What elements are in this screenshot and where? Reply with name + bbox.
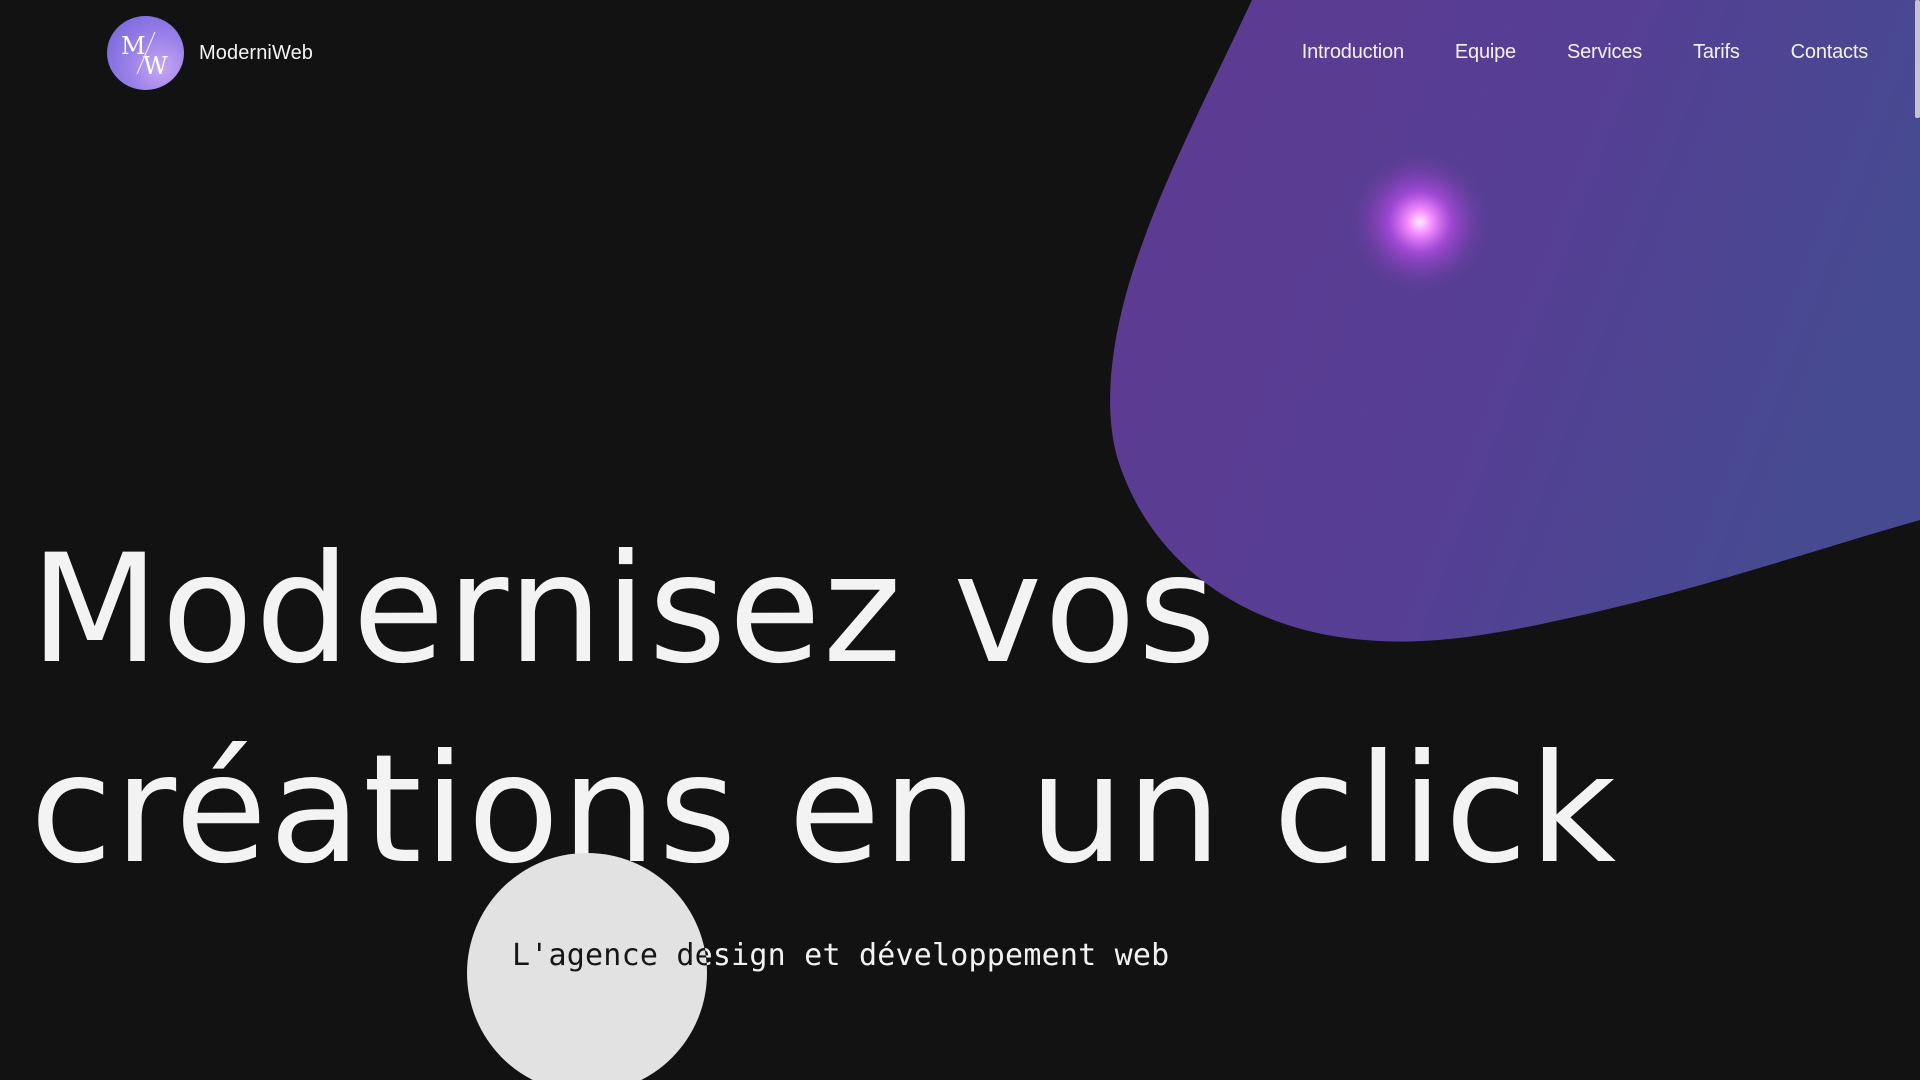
brand-logo-link[interactable]: M W ModerniWeb xyxy=(107,16,313,90)
brand-logo-icon: M W xyxy=(107,16,184,90)
nav-link-services[interactable]: Services xyxy=(1567,41,1642,64)
hero-title-line-1: Modernisez vos xyxy=(30,523,1219,697)
main-nav: Introduction Equipe Services Tarifs Cont… xyxy=(1302,41,1868,64)
nav-link-introduction[interactable]: Introduction xyxy=(1302,41,1404,64)
landing-page: M W ModerniWeb Introduction Equipe Servi… xyxy=(0,0,1920,1080)
hero-title-line-2: créations en un click xyxy=(30,723,1619,897)
svg-text:M: M xyxy=(121,32,146,60)
brand-name: ModerniWeb xyxy=(199,41,314,64)
nav-link-equipe[interactable]: Equipe xyxy=(1455,41,1516,64)
svg-text:W: W xyxy=(143,52,168,80)
hero-title: Modernisez vos créations en un click xyxy=(30,510,1830,910)
nav-link-tarifs[interactable]: Tarifs xyxy=(1693,41,1740,64)
site-header: M W ModerniWeb Introduction Equipe Servi… xyxy=(0,0,1920,108)
nav-link-contacts[interactable]: Contacts xyxy=(1791,41,1869,64)
